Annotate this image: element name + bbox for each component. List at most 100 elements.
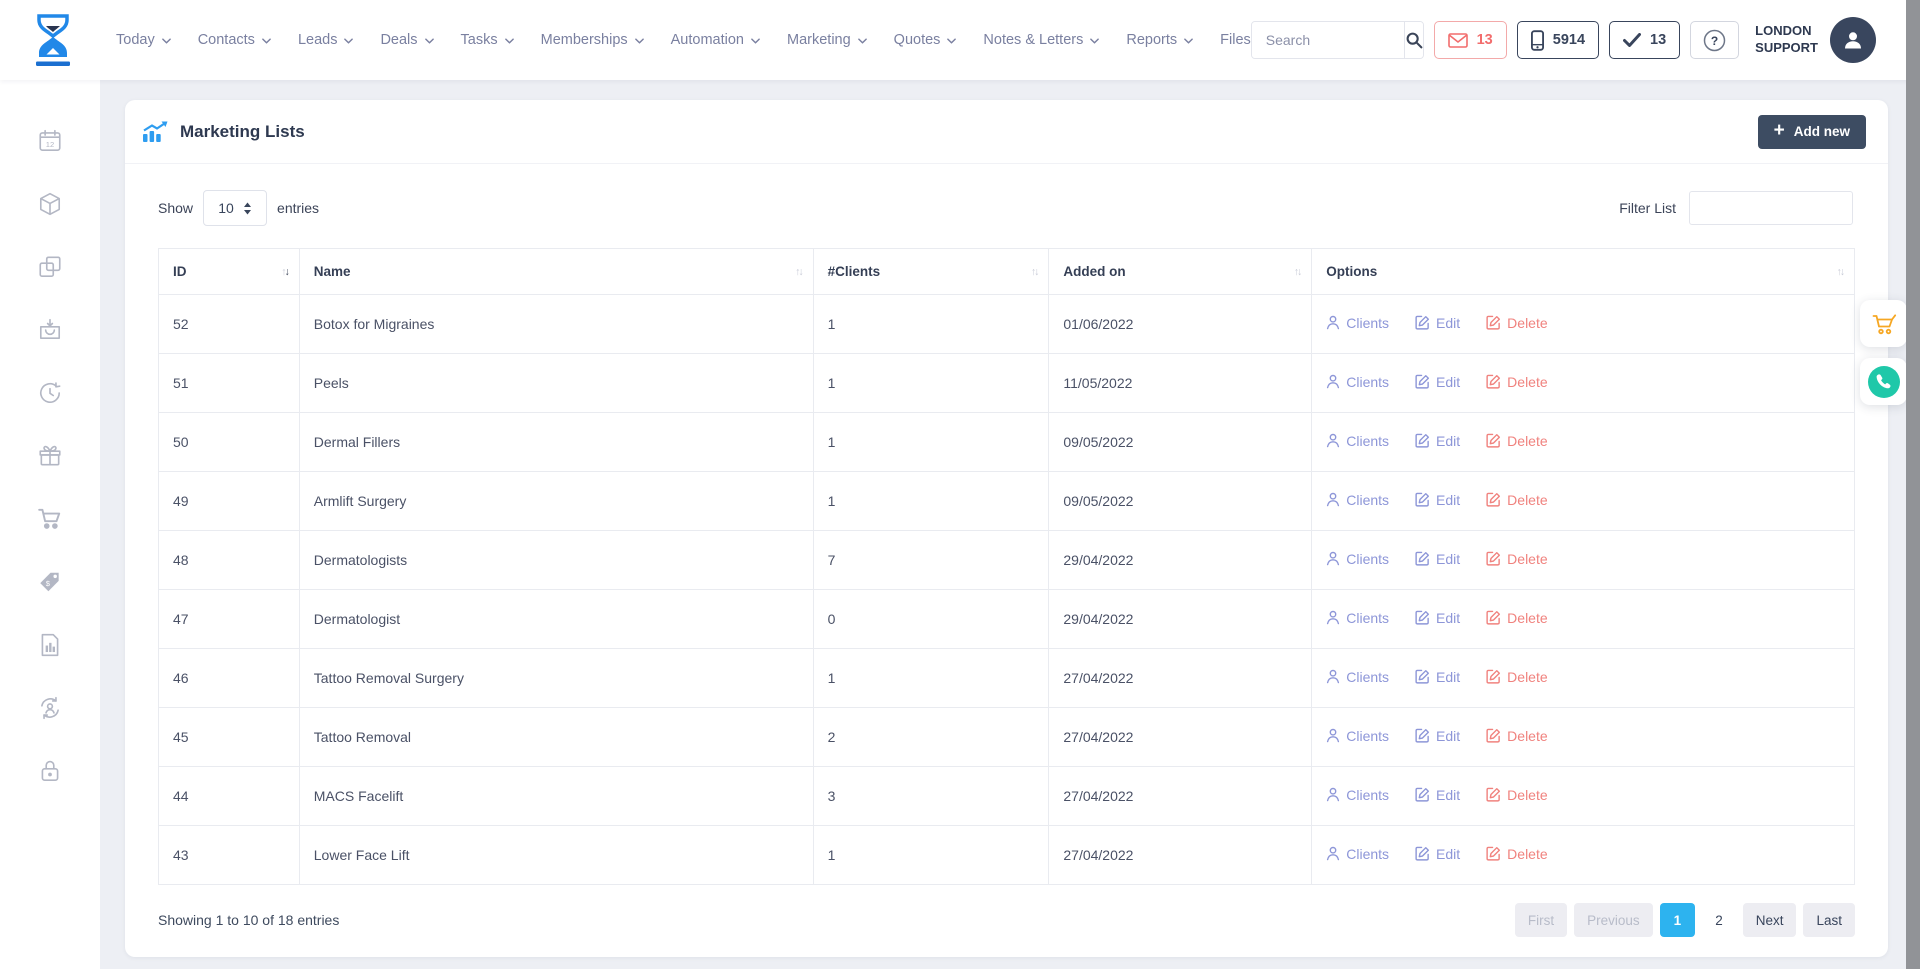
delete-link[interactable]: Delete [1486,787,1547,803]
edit-link[interactable]: Edit [1415,610,1460,626]
search-input[interactable] [1252,22,1404,58]
nav-item-today[interactable]: Today [116,32,171,48]
edit-icon [1486,315,1501,330]
delete-link[interactable]: Delete [1486,669,1547,685]
floating-cart-button[interactable] [1860,300,1907,347]
nav-item-files[interactable]: Files [1220,32,1251,48]
delete-link[interactable]: Delete [1486,374,1547,390]
cell-name: Armlift Surgery [299,472,813,531]
cell-id: 48 [159,531,300,590]
clients-link[interactable]: Clients [1326,433,1389,449]
edit-link[interactable]: Edit [1415,551,1460,567]
edit-link[interactable]: Edit [1415,787,1460,803]
delete-link[interactable]: Delete [1486,551,1547,567]
next-page-button[interactable]: Next [1743,903,1797,937]
search-box [1251,21,1424,59]
delete-link[interactable]: Delete [1486,433,1547,449]
floating-phone-button[interactable] [1860,358,1907,405]
nav-item-notes-letters[interactable]: Notes & Letters [983,32,1099,48]
account-sync-icon[interactable] [37,695,63,721]
clients-link[interactable]: Clients [1326,728,1389,744]
history-icon[interactable] [37,380,63,406]
previous-page-button[interactable]: Previous [1574,903,1653,937]
nav-item-marketing[interactable]: Marketing [787,32,867,48]
pagination: First Previous 1 2 Next Last [1515,903,1855,937]
nav-item-reports[interactable]: Reports [1126,32,1193,48]
gift-icon[interactable] [37,443,63,469]
nav-item-deals[interactable]: Deals [380,32,433,48]
sort-icon[interactable]: ↑↓ [795,266,804,278]
clients-link[interactable]: Clients [1326,610,1389,626]
help-button[interactable]: ? [1690,21,1739,59]
nav-item-automation[interactable]: Automation [671,32,760,48]
edit-link[interactable]: Edit [1415,846,1460,862]
nav-item-quotes[interactable]: Quotes [894,32,957,48]
nav-item-label: Marketing [787,32,851,48]
cell-name: Dermatologists [299,531,813,590]
sort-icon[interactable]: ↑↓ [1837,266,1846,278]
delete-link[interactable]: Delete [1486,315,1547,331]
delete-link[interactable]: Delete [1486,728,1547,744]
add-new-button[interactable]: + Add new [1758,115,1866,149]
edit-link[interactable]: Edit [1415,669,1460,685]
table-header-row: ID↑↓ Name↑↓ #Clients↑↓ Added on↑↓ Option… [159,249,1855,295]
question-icon: ? [1703,29,1726,52]
nav-item-contacts[interactable]: Contacts [198,32,271,48]
bag-receive-icon[interactable] [37,317,63,343]
sort-icon[interactable]: ↑↓ [1294,266,1303,278]
page-size-select[interactable]: 10 [203,190,267,226]
nav-item-leads[interactable]: Leads [298,32,354,48]
last-page-button[interactable]: Last [1803,903,1855,937]
messages-badge[interactable]: 13 [1434,21,1507,59]
calls-badge[interactable]: 5914 [1517,21,1599,59]
nav-item-label: Reports [1126,32,1177,48]
shopping-cart-icon [1871,312,1897,336]
cart-icon[interactable] [37,506,63,532]
tasks-badge[interactable]: 13 [1609,21,1680,59]
user-name[interactable]: LONDON SUPPORT [1755,23,1818,57]
clients-link[interactable]: Clients [1326,846,1389,862]
calendar-icon[interactable]: 12 [37,128,63,154]
column-header-added-on[interactable]: Added on↑↓ [1049,249,1312,295]
nav-item-tasks[interactable]: Tasks [461,32,514,48]
page-2-button[interactable]: 2 [1702,903,1736,937]
clients-link[interactable]: Clients [1326,492,1389,508]
first-page-button[interactable]: First [1515,903,1567,937]
clients-link[interactable]: Clients [1326,669,1389,685]
edit-link[interactable]: Edit [1415,315,1460,331]
lock-icon[interactable] [37,758,63,784]
search-button[interactable] [1404,22,1423,58]
avatar[interactable] [1830,17,1876,63]
sort-icon[interactable]: ↑↓ [281,266,290,278]
page-1-button[interactable]: 1 [1660,903,1696,937]
cell-options: Clients Edit Delete [1312,708,1855,767]
column-header-id[interactable]: ID↑↓ [159,249,300,295]
nav-item-memberships[interactable]: Memberships [541,32,644,48]
topbar: Today Contacts Leads Deals Tasks Memberships A… [0,0,1920,80]
clients-link[interactable]: Clients [1326,315,1389,331]
delete-link[interactable]: Delete [1486,492,1547,508]
edit-link[interactable]: Edit [1415,374,1460,390]
cell-id: 44 [159,767,300,826]
clients-link[interactable]: Clients [1326,551,1389,567]
pages-icon[interactable] [37,254,63,280]
column-header-options[interactable]: Options↑↓ [1312,249,1855,295]
filter-input[interactable] [1689,191,1853,225]
phone-circle [1868,366,1900,398]
user-name-line1: LONDON [1755,23,1818,40]
edit-link[interactable]: Edit [1415,492,1460,508]
price-tag-icon[interactable]: $ [37,569,63,595]
edit-link[interactable]: Edit [1415,433,1460,449]
sort-icon[interactable]: ↑↓ [1031,266,1040,278]
delete-link[interactable]: Delete [1486,846,1547,862]
vertical-scrollbar[interactable] [1906,0,1920,969]
clients-link[interactable]: Clients [1326,374,1389,390]
column-header-name[interactable]: Name↑↓ [299,249,813,295]
column-header-clients[interactable]: #Clients↑↓ [813,249,1049,295]
package-icon[interactable] [37,191,63,217]
delete-link[interactable]: Delete [1486,610,1547,626]
clients-link[interactable]: Clients [1326,787,1389,803]
edit-link[interactable]: Edit [1415,728,1460,744]
report-icon[interactable] [37,632,63,658]
app-logo-hourglass-icon[interactable] [26,11,80,69]
